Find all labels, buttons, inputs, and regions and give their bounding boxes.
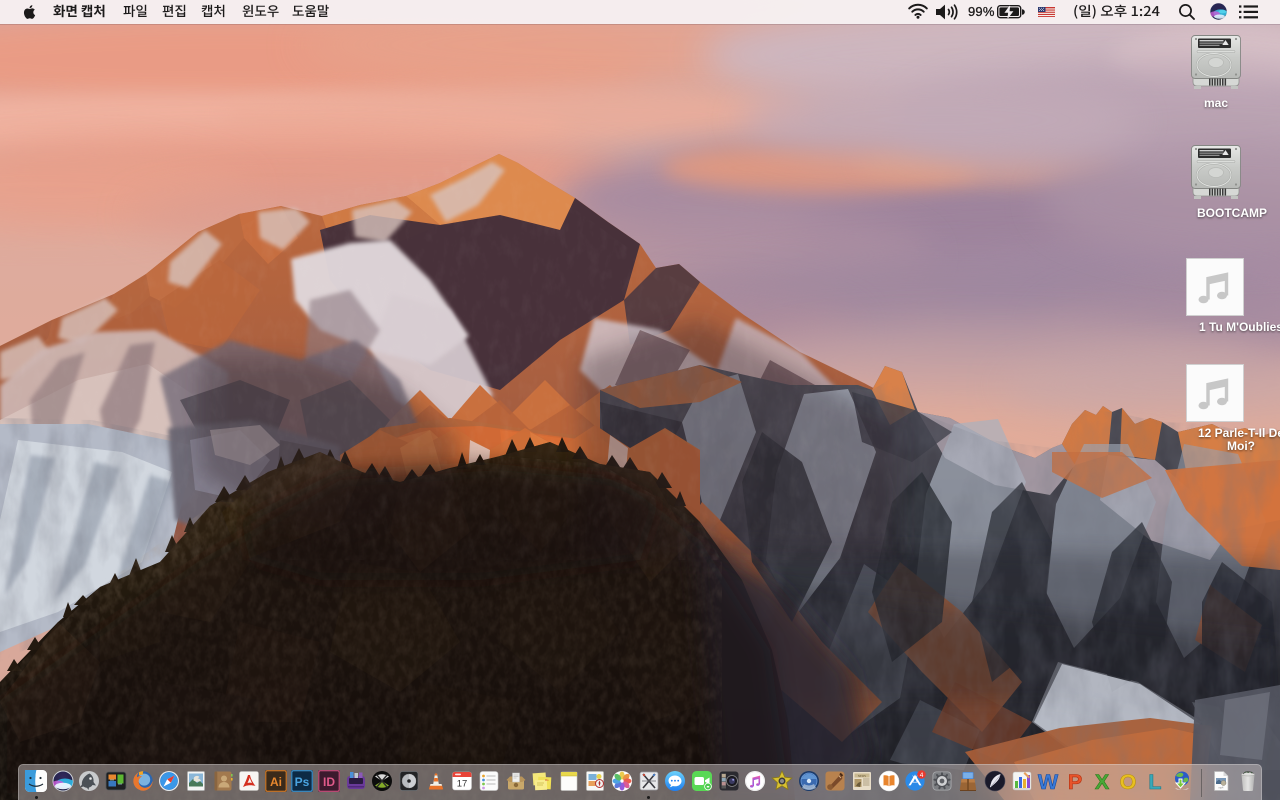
svg-text:O: O (1120, 770, 1137, 792)
svg-text:ID: ID (323, 775, 335, 789)
svg-text:4: 4 (920, 772, 924, 779)
svg-text:Ai: Ai (270, 775, 282, 789)
svg-text:17: 17 (457, 779, 468, 790)
svg-text:X: X (1094, 770, 1109, 792)
svg-text:P: P (1068, 770, 1082, 792)
svg-text:Rs: Rs (545, 778, 549, 782)
svg-text:NEWS: NEWS (858, 775, 866, 778)
svg-text:L: L (1148, 770, 1161, 792)
svg-text:Ps: Ps (295, 775, 310, 789)
svg-text:mp4: mp4 (1219, 787, 1224, 790)
svg-text:W: W (1038, 770, 1059, 792)
